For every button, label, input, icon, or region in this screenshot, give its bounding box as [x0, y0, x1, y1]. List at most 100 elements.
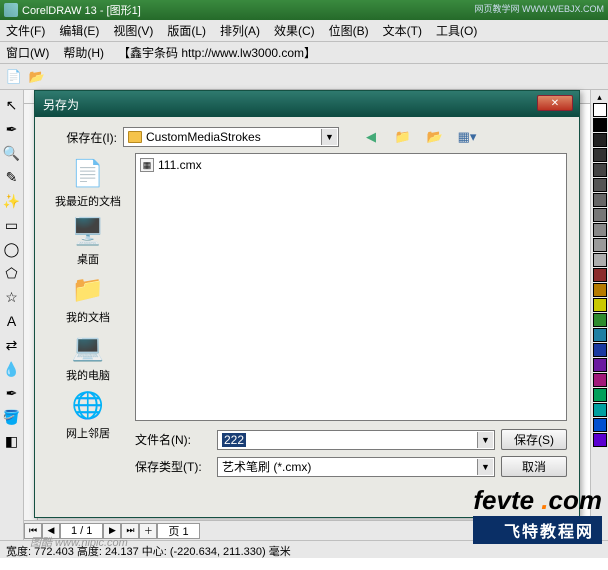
color-swatch[interactable] — [593, 373, 607, 387]
save-button[interactable]: 保存(S) — [501, 429, 567, 450]
color-swatch[interactable] — [593, 313, 607, 327]
places-item[interactable]: 💻我的电脑 — [49, 329, 127, 383]
pick-tool-icon[interactable]: ↖ — [3, 96, 21, 114]
color-swatch[interactable] — [593, 163, 607, 177]
color-swatch[interactable] — [593, 403, 607, 417]
rectangle-tool-icon[interactable]: ▭ — [3, 216, 21, 234]
close-icon[interactable]: ✕ — [537, 95, 573, 111]
menu-item[interactable]: 窗口(W) — [6, 44, 49, 61]
page-tab[interactable]: 页 1 — [157, 523, 199, 539]
menu-item[interactable]: 文本(T) — [383, 22, 422, 39]
polygon-tool-icon[interactable]: ⬠ — [3, 264, 21, 282]
watermark-fevte: fevte .com 飞特教程网 — [473, 485, 602, 544]
file-list[interactable]: ▦ 111.cmx — [135, 153, 567, 421]
place-label: 我最近的文档 — [49, 193, 127, 209]
filetype-value: 艺术笔刷 (*.cmx) — [222, 458, 311, 475]
menu-item[interactable]: 位图(B) — [329, 22, 369, 39]
fevte-text: fevte — [473, 485, 534, 515]
menu-item[interactable]: 效果(C) — [274, 22, 315, 39]
chevron-down-icon[interactable]: ▼ — [477, 459, 493, 475]
views-icon[interactable]: ▦▾ — [457, 127, 477, 147]
chevron-down-icon[interactable]: ▼ — [321, 129, 337, 145]
filetype-label: 保存类型(T): — [135, 458, 211, 475]
places-bar: 📄 我最近的文档 🖥️桌面📁我的文档💻我的电脑🌐网上邻居 — [47, 153, 129, 453]
place-label: 我的电脑 — [49, 367, 127, 383]
place-icon: 📄 — [70, 155, 106, 191]
color-swatch[interactable] — [593, 253, 607, 267]
file-item-name: 111.cmx — [158, 158, 202, 172]
color-swatch[interactable] — [593, 223, 607, 237]
places-item[interactable]: 📄 我最近的文档 — [49, 155, 127, 209]
filename-label: 文件名(N): — [135, 431, 211, 448]
open-doc-icon[interactable]: 📂 — [27, 67, 47, 87]
text-tool-icon[interactable]: A — [3, 312, 21, 330]
color-swatch[interactable] — [593, 103, 607, 117]
titlebar-text: CorelDRAW 13 - [图形1] — [22, 2, 141, 18]
color-swatch[interactable] — [593, 343, 607, 357]
color-swatch[interactable] — [593, 298, 607, 312]
color-swatch[interactable] — [593, 358, 607, 372]
watermark-nipic: 图酷 www.nipic.com — [30, 534, 128, 550]
fevte-cn: 飞特教程网 — [473, 516, 602, 544]
color-swatch[interactable] — [593, 118, 607, 132]
new-folder-icon[interactable]: 📂 — [425, 127, 445, 147]
color-swatch[interactable] — [593, 208, 607, 222]
blend-tool-icon[interactable]: ⇄ — [3, 336, 21, 354]
menu-item[interactable]: 帮助(H) — [63, 44, 104, 61]
dialog-title-text: 另存为 — [43, 96, 79, 113]
eyedropper-tool-icon[interactable]: 💧 — [3, 360, 21, 378]
color-swatch[interactable] — [593, 418, 607, 432]
place-icon: 📁 — [70, 271, 106, 307]
place-label: 网上邻居 — [49, 425, 127, 441]
smart-tool-icon[interactable]: ✨ — [3, 192, 21, 210]
color-swatch[interactable] — [593, 328, 607, 342]
up-icon[interactable]: 📁 — [393, 127, 413, 147]
color-swatch[interactable] — [593, 193, 607, 207]
color-swatch[interactable] — [593, 133, 607, 147]
places-item[interactable]: 🌐网上邻居 — [49, 387, 127, 441]
color-swatch[interactable] — [593, 148, 607, 162]
menubar-row-2: 窗口(W) 帮助(H) 【鑫宇条码 http://www.lw3000.com】 — [0, 42, 608, 64]
ellipse-tool-icon[interactable]: ◯ — [3, 240, 21, 258]
new-doc-icon[interactable]: 📄 — [4, 67, 24, 87]
menu-item[interactable]: 文件(F) — [6, 22, 45, 39]
color-swatch[interactable] — [593, 178, 607, 192]
menu-item[interactable]: 视图(V) — [113, 22, 153, 39]
cancel-button[interactable]: 取消 — [501, 456, 567, 477]
shape-tool-icon[interactable]: ✒ — [3, 120, 21, 138]
save-in-value: CustomMediaStrokes — [146, 130, 261, 144]
list-item[interactable]: ▦ 111.cmx — [140, 158, 562, 172]
outline-tool-icon[interactable]: ✒ — [3, 384, 21, 402]
filetype-combo[interactable]: 艺术笔刷 (*.cmx) ▼ — [217, 457, 495, 477]
app-titlebar: CorelDRAW 13 - [图形1] 网页教学网 WWW.WEBJX.COM — [0, 0, 608, 20]
menu-item[interactable]: 排列(A) — [220, 22, 260, 39]
workspace: ↖ ✒ 🔍 ✎ ✨ ▭ ◯ ⬠ ☆ A ⇄ 💧 ✒ 🪣 ◧ ▴ 另存为 ✕ 保存… — [0, 90, 608, 540]
fill-tool-icon[interactable]: 🪣 — [3, 408, 21, 426]
filename-input[interactable]: 222 ▼ — [217, 430, 495, 450]
places-item[interactable]: 📁我的文档 — [49, 271, 127, 325]
menu-item[interactable]: 编辑(E) — [59, 22, 99, 39]
save-in-combo[interactable]: CustomMediaStrokes ▼ — [123, 127, 339, 147]
color-swatch[interactable] — [593, 433, 607, 447]
places-item[interactable]: 🖥️桌面 — [49, 213, 127, 267]
menu-item[interactable]: 工具(O) — [436, 22, 477, 39]
freehand-tool-icon[interactable]: ✎ — [3, 168, 21, 186]
color-swatch[interactable] — [593, 268, 607, 282]
chevron-down-icon[interactable]: ▼ — [477, 432, 493, 448]
color-swatch[interactable] — [593, 283, 607, 297]
basic-shapes-icon[interactable]: ☆ — [3, 288, 21, 306]
add-page-icon[interactable]: ＋ — [139, 523, 157, 539]
menu-item[interactable]: 【鑫宇条码 http://www.lw3000.com】 — [118, 44, 316, 61]
save-as-dialog: 另存为 ✕ 保存在(I): CustomMediaStrokes ▼ ◀ 📁 📂… — [34, 90, 580, 518]
fevte-com: com — [549, 485, 602, 515]
zoom-tool-icon[interactable]: 🔍 — [3, 144, 21, 162]
color-swatch[interactable] — [593, 238, 607, 252]
dialog-titlebar[interactable]: 另存为 ✕ — [35, 91, 579, 117]
palette-up-icon[interactable]: ▴ — [597, 92, 602, 103]
color-swatch[interactable] — [593, 388, 607, 402]
back-icon[interactable]: ◀ — [361, 127, 381, 147]
interactive-fill-icon[interactable]: ◧ — [3, 432, 21, 450]
color-palette: ▴ — [590, 90, 608, 540]
menu-item[interactable]: 版面(L) — [167, 22, 206, 39]
menubar-row-1: 文件(F) 编辑(E) 视图(V) 版面(L) 排列(A) 效果(C) 位图(B) 文本(T)… — [0, 20, 608, 42]
